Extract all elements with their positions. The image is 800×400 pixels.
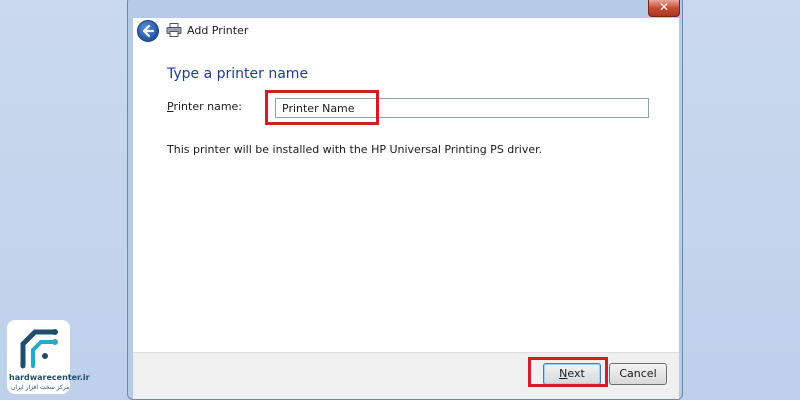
next-highlight-box (528, 357, 608, 387)
watermark-site: hardwarecenter.ir (9, 373, 90, 382)
label-text: rinter name: (173, 100, 243, 113)
driver-info-text: This printer will be installed with the … (167, 143, 543, 156)
back-button[interactable] (137, 20, 159, 42)
circuit-logo-icon (20, 329, 58, 369)
back-arrow-icon (142, 24, 155, 38)
watermark-tagline: مرکز سخت افزار ایران (11, 384, 70, 391)
printer-name-label: Printer name: (167, 100, 242, 113)
close-button[interactable]: ✕ (648, 0, 680, 17)
cancel-button[interactable]: Cancel (609, 363, 667, 385)
window-title: Add Printer (187, 24, 249, 37)
input-highlight-box (265, 90, 379, 125)
printer-icon (166, 23, 182, 37)
page-title: Type a printer name (167, 66, 309, 82)
dialog-content (133, 46, 679, 352)
